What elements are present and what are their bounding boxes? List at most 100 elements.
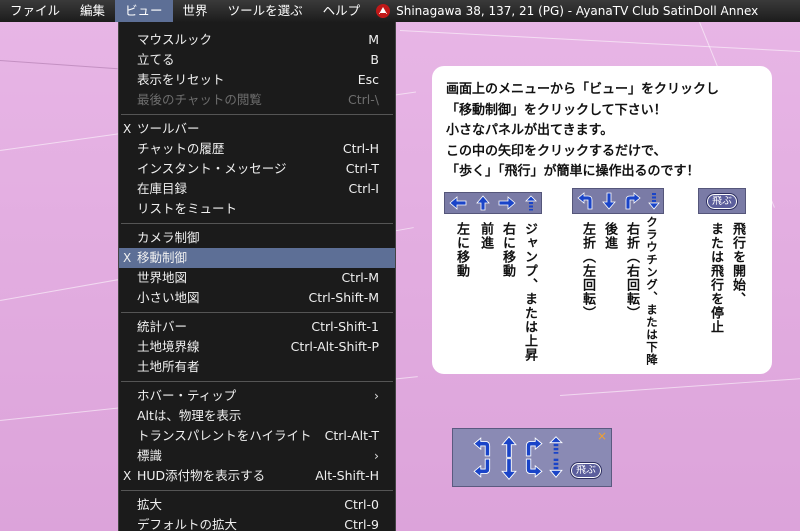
instruction-line: 小さなパネルが出てきます。 bbox=[446, 123, 614, 138]
menu-item-label: 拡大 bbox=[137, 497, 163, 512]
menu-item-label: 統計バー bbox=[137, 319, 188, 334]
menu-item-label: リストをミュート bbox=[137, 201, 238, 216]
checkmark-icon: X bbox=[123, 469, 132, 483]
view-menu-item[interactable]: 土地所有者 bbox=[119, 357, 395, 377]
view-menu-item[interactable]: 統計バー Ctrl-Shift-1 bbox=[119, 317, 395, 337]
view-menu-item[interactable]: ホバー・ティップ › bbox=[119, 386, 395, 406]
menu-item-label: 在庫目録 bbox=[137, 181, 188, 196]
submenu-arrow-icon: › bbox=[374, 448, 379, 463]
arrow-left-icon bbox=[449, 196, 467, 210]
view-menu-item[interactable]: 表示をリセット Esc bbox=[119, 70, 395, 90]
arrow-down-icon bbox=[601, 192, 616, 210]
menu-help[interactable]: ヘルプ bbox=[313, 0, 371, 22]
menu-item-shortcut: Ctrl-Shift-1 bbox=[311, 319, 379, 334]
view-menu-item[interactable]: 拡大 Ctrl-0 bbox=[119, 495, 395, 515]
turn-right-button[interactable] bbox=[523, 437, 543, 457]
view-menu-item[interactable]: 小さい地図 Ctrl-Shift-M bbox=[119, 288, 395, 308]
menu-item-shortcut: Alt-Shift-H bbox=[315, 468, 379, 483]
view-menu-dropdown: マウスルック M 立てる B 表示をリセット Esc 最後のチャットの閲覧 Ctrl-\ X ツー… bbox=[118, 22, 396, 531]
turn-left-button[interactable] bbox=[473, 437, 493, 457]
menu-edit[interactable]: 編集 bbox=[70, 0, 115, 22]
caption-move-left: 左に移動 bbox=[454, 222, 469, 278]
caption-move-right: 右に移動 bbox=[500, 222, 515, 278]
menu-file[interactable]: ファイル bbox=[0, 0, 70, 22]
menu-item-shortcut: Ctrl-0 bbox=[344, 497, 379, 512]
menu-bar: ファイル 編集 ビュー 世界 ツールを選ぶ ヘルプ Shinagawa 38, … bbox=[0, 0, 800, 22]
caption-jump: ジャンプ、または上昇 bbox=[522, 222, 537, 362]
menu-item-shortcut: Ctrl-9 bbox=[344, 517, 379, 531]
move-right-button[interactable] bbox=[523, 457, 543, 479]
fly-button[interactable]: 飛ぶ bbox=[571, 463, 601, 478]
location-status[interactable]: Shinagawa 38, 137, 21 (PG) - AyanaTV Clu… bbox=[376, 4, 758, 18]
view-menu-item[interactable]: Altは、物理を表示 bbox=[119, 406, 395, 426]
menu-item-label: 標識 bbox=[137, 448, 163, 463]
menu-item-shortcut: Ctrl-\ bbox=[348, 92, 379, 107]
view-menu-item[interactable]: トランスパレントをハイライト Ctrl-Alt-T bbox=[119, 426, 395, 446]
menu-item-shortcut: M bbox=[368, 32, 379, 47]
forward-button[interactable] bbox=[501, 435, 517, 459]
caption-turn-right: 右折（右回転） bbox=[624, 222, 639, 320]
menu-item-label: カメラ制御 bbox=[137, 230, 200, 245]
backward-button[interactable] bbox=[501, 457, 517, 481]
instruction-panel: 画面上のメニューから「ビュー」をクリックし 「移動制御」をクリックして下さい！ … bbox=[432, 66, 772, 374]
crouch-button[interactable] bbox=[549, 457, 563, 479]
menu-item-shortcut: Ctrl-H bbox=[342, 141, 379, 156]
view-menu-item[interactable]: デフォルトの拡大 Ctrl-9 bbox=[119, 515, 395, 531]
instruction-text: 画面上のメニューから「ビュー」をクリックし 「移動制御」をクリックして下さい！ … bbox=[446, 80, 719, 183]
move-left-button[interactable] bbox=[473, 457, 493, 479]
view-menu-item[interactable]: カメラ制御 bbox=[119, 228, 395, 248]
jump-up-icon bbox=[524, 195, 537, 211]
caption-crouch: クラウチング、または下降 bbox=[645, 216, 659, 366]
close-icon[interactable]: × bbox=[597, 430, 607, 442]
menu-tools[interactable]: ツールを選ぶ bbox=[218, 0, 313, 22]
parcel-flag-icon bbox=[376, 4, 391, 18]
jump-button[interactable] bbox=[549, 435, 563, 455]
crouch-down-icon bbox=[647, 193, 660, 210]
view-menu-item[interactable]: 標識 › bbox=[119, 446, 395, 466]
menu-item-label: ツールバー bbox=[137, 121, 200, 136]
view-menu-item[interactable]: リストをミュート bbox=[119, 199, 395, 219]
menu-separator bbox=[121, 312, 393, 313]
menu-view[interactable]: ビュー bbox=[115, 0, 173, 22]
menu-item-shortcut: Ctrl-Alt-T bbox=[324, 428, 379, 443]
caption-fly-stop: または飛行を停止 bbox=[708, 222, 723, 334]
view-menu-item[interactable]: 世界地図 Ctrl-M bbox=[119, 268, 395, 288]
menu-item-shortcut: Esc bbox=[357, 72, 379, 87]
view-menu-item[interactable]: X 移動制御 bbox=[119, 248, 395, 268]
turn-right-icon bbox=[625, 192, 641, 210]
arrow-group-turn bbox=[572, 188, 664, 214]
menu-item-label: チャットの履歴 bbox=[137, 141, 225, 156]
view-menu-item[interactable]: 立てる B bbox=[119, 50, 395, 70]
menu-separator bbox=[121, 381, 393, 382]
menu-item-shortcut: Ctrl-T bbox=[345, 161, 379, 176]
menu-item-label: ホバー・ティップ bbox=[137, 388, 237, 403]
menu-item-shortcut: Ctrl-Alt-Shift-P bbox=[290, 339, 379, 354]
view-menu-item[interactable]: マウスルック M bbox=[119, 30, 395, 50]
menu-item-label: 移動制御 bbox=[137, 250, 188, 265]
menu-item-shortcut: B bbox=[370, 52, 379, 67]
movement-controls-panel: × 飛ぶ bbox=[452, 428, 612, 487]
caption-fly-start: 飛行を開始、 bbox=[730, 222, 745, 306]
menu-item-shortcut: Ctrl-Shift-M bbox=[308, 290, 379, 305]
checkmark-icon: X bbox=[123, 122, 132, 136]
submenu-arrow-icon: › bbox=[374, 388, 379, 403]
menu-item-label: 立てる bbox=[137, 52, 175, 67]
instruction-line: この中の矢印をクリックするだけで、 bbox=[446, 143, 667, 159]
menu-item-shortcut: Ctrl-I bbox=[348, 181, 379, 196]
view-menu-item[interactable]: X ツールバー bbox=[119, 119, 395, 139]
view-menu-item[interactable]: 土地境界線 Ctrl-Alt-Shift-P bbox=[119, 337, 395, 357]
checkmark-icon: X bbox=[123, 251, 132, 265]
view-menu-item[interactable]: X HUD添付物を表示する Alt-Shift-H bbox=[119, 466, 395, 486]
view-menu-item[interactable]: インスタント・メッセージ Ctrl-T bbox=[119, 159, 395, 179]
view-menu-item[interactable]: チャットの履歴 Ctrl-H bbox=[119, 139, 395, 159]
fly-button-box: 飛ぶ bbox=[698, 188, 746, 214]
menu-item-label: 土地所有者 bbox=[137, 359, 200, 374]
menu-item-label: HUD添付物を表示する bbox=[137, 468, 266, 483]
view-menu-item[interactable]: 在庫目録 Ctrl-I bbox=[119, 179, 395, 199]
arrow-up-icon bbox=[475, 195, 490, 211]
menu-world[interactable]: 世界 bbox=[173, 0, 218, 22]
instruction-line: 画面上のメニューから「ビュー」をクリックし bbox=[446, 82, 720, 97]
arrow-group-move bbox=[444, 192, 542, 214]
fly-button-sample: 飛ぶ bbox=[707, 193, 737, 209]
turn-left-icon bbox=[576, 192, 592, 210]
